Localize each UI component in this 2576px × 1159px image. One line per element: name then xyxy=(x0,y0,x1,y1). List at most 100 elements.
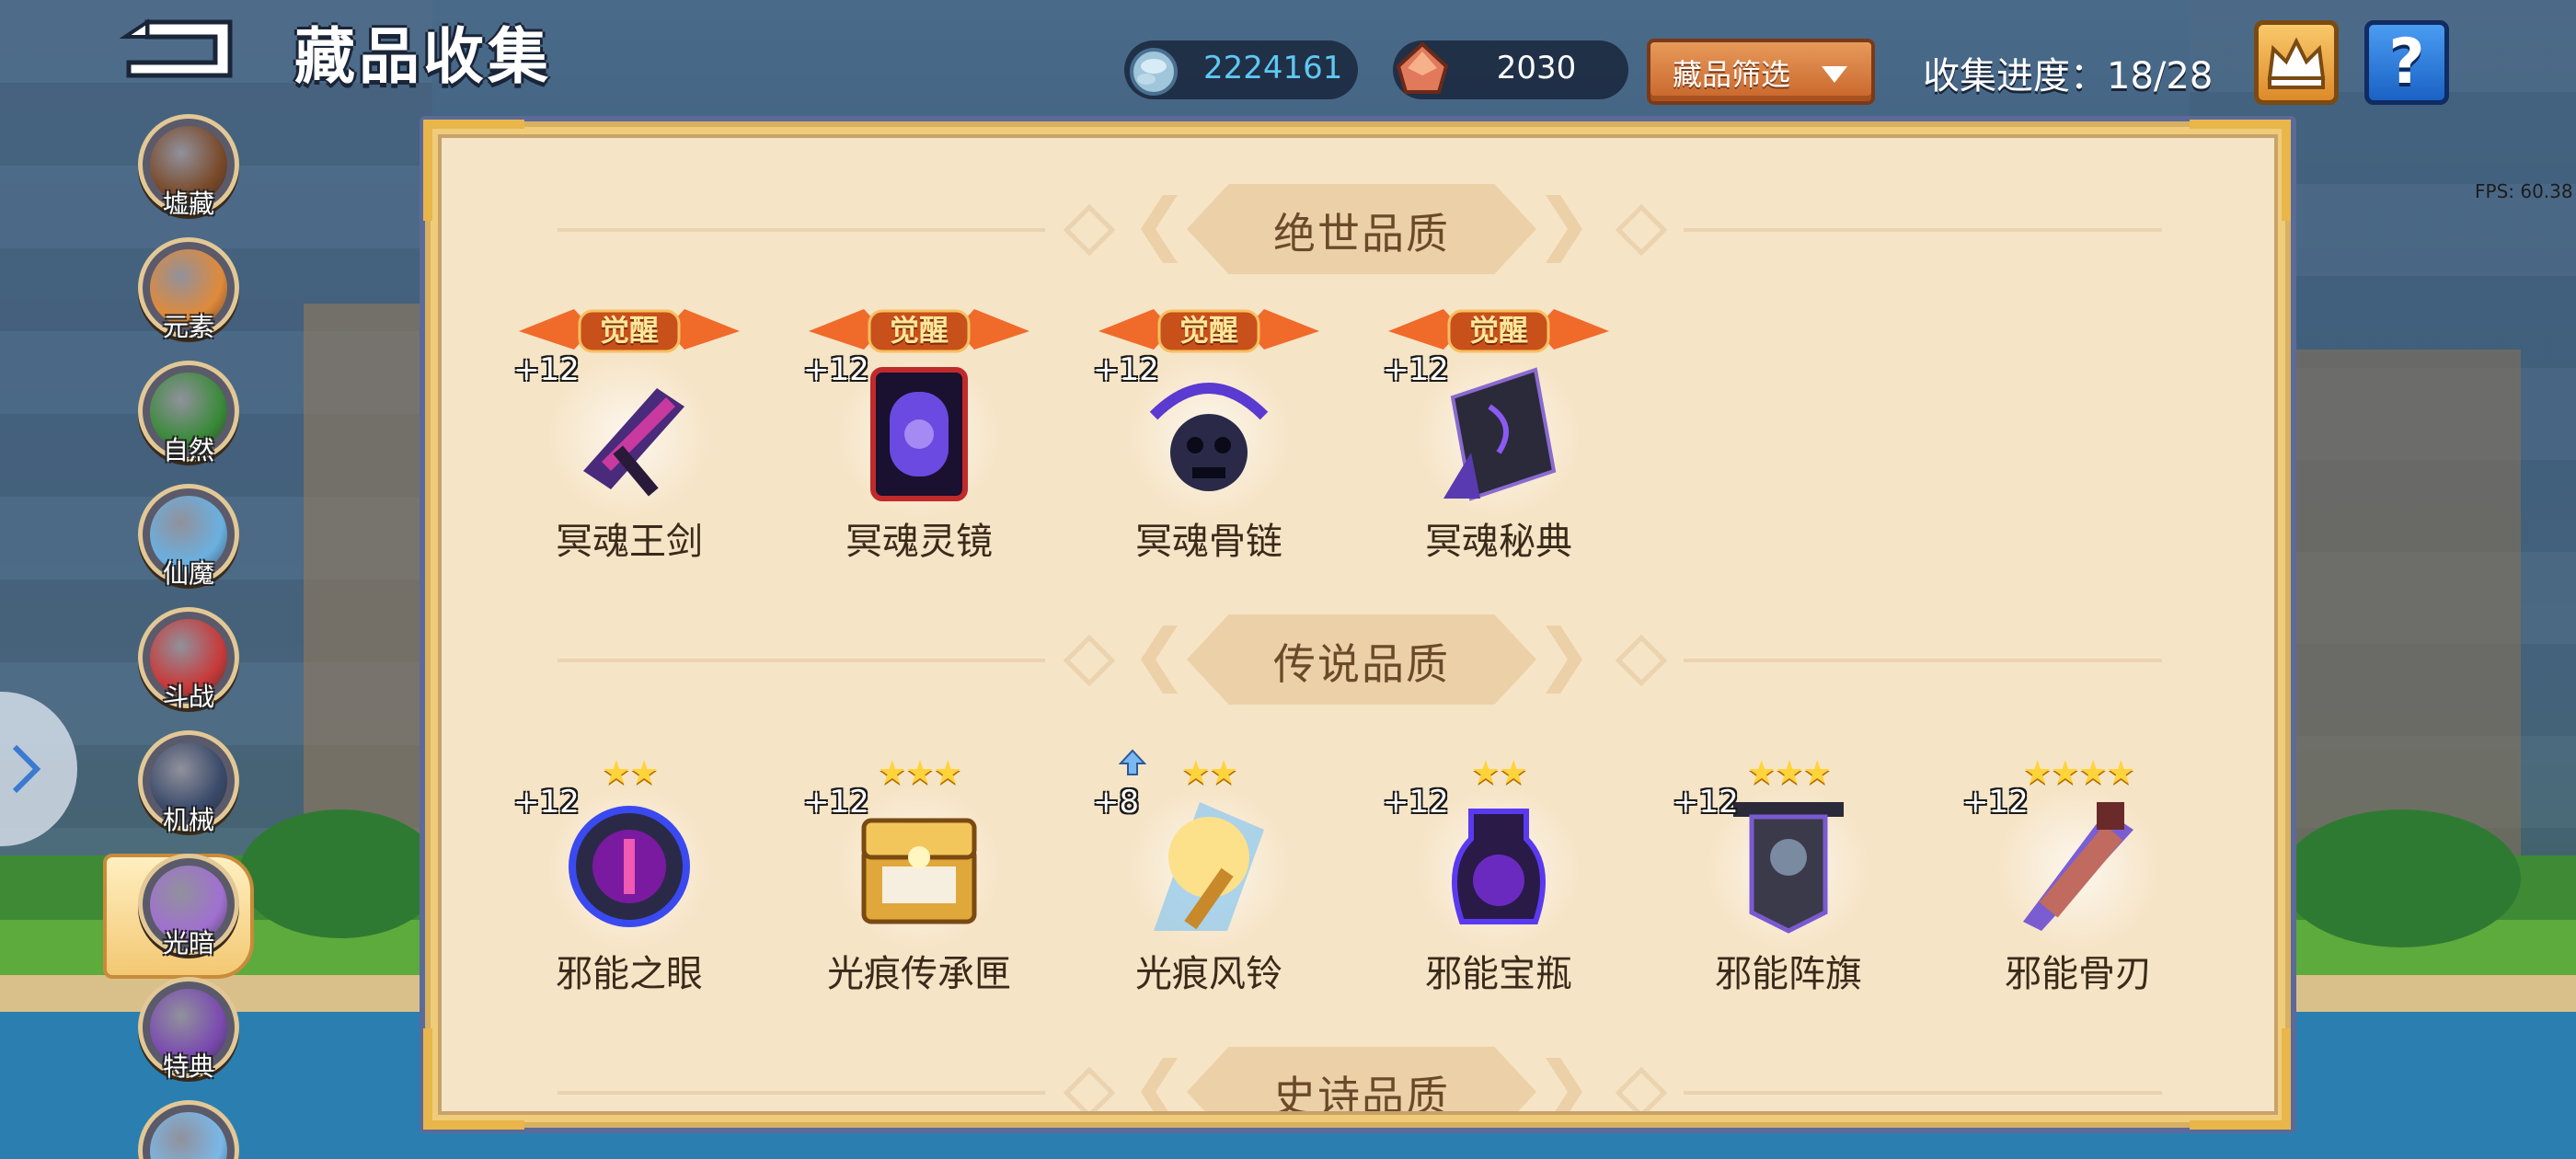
back-arrow-icon xyxy=(119,18,233,78)
item-level: +12 xyxy=(1673,784,1739,820)
item-name: 光痕传承匣 xyxy=(827,953,1011,995)
collection-item-card[interactable]: 觉醒 +12 冥魂灵镜 xyxy=(803,296,1029,563)
light-chest-icon xyxy=(861,818,977,924)
collection-item-card[interactable]: 觉醒 +12 冥魂秘典 xyxy=(1383,296,1609,563)
section-title: 史诗品质 xyxy=(1273,1072,1450,1115)
item-level: +12 xyxy=(513,351,580,388)
sidebar-item-光暗[interactable]: 光暗 xyxy=(138,854,239,964)
item-level: +12 xyxy=(1093,351,1159,388)
sidebar-item-特典[interactable]: 特典 xyxy=(138,977,239,1087)
item-level: +12 xyxy=(1962,784,2029,820)
wind-chime-icon xyxy=(1154,802,1264,931)
item-name: 邪能之眼 xyxy=(556,953,703,995)
ore-currency: 2030 xyxy=(1393,40,1628,99)
category-sidebar: 墟藏元素自然仙魔斗战机械光暗特典 xyxy=(0,110,258,1159)
item-name: 邪能宝瓶 xyxy=(1425,953,1572,995)
sidebar-item-机械[interactable]: 机械 xyxy=(138,730,239,841)
item-art xyxy=(1434,361,1563,508)
section-title: 传说品质 xyxy=(1273,639,1450,689)
crown-icon xyxy=(2267,37,2326,89)
fps-counter: FPS: 60.38 xyxy=(2475,180,2573,202)
item-art xyxy=(1144,793,1273,940)
item-level: +12 xyxy=(803,784,869,820)
sidebar-item-label: 自然 xyxy=(162,435,214,465)
evil-vase-icon xyxy=(1452,809,1546,924)
collection-item-card[interactable]: ★★ +8 光痕风铃 xyxy=(1093,729,1319,995)
bone-blade-icon xyxy=(2023,802,2133,931)
collection-reward-button[interactable] xyxy=(2254,20,2339,105)
sidebar-item-label: 墟藏 xyxy=(162,189,214,219)
sidebar-item-元素[interactable]: 元素 xyxy=(138,237,239,348)
awaken-label: 觉醒 xyxy=(1179,313,1238,348)
gem-currency: 2224161 xyxy=(1124,40,1358,99)
item-level: +12 xyxy=(513,784,580,820)
section-header: 绝世品质 xyxy=(442,184,2274,276)
evil-banner-icon xyxy=(1733,802,1844,934)
item-name: 冥魂骨链 xyxy=(1135,521,1282,563)
collection-list[interactable]: 绝世品质觉醒 +12 冥魂王剑 觉醒 +12 冥魂灵镜 觉醒 +12 冥魂骨链 觉醒 +12 冥魂秘典… xyxy=(438,134,2278,1115)
category-icon xyxy=(138,1100,239,1159)
gem-amount: 2224161 xyxy=(1203,50,1343,86)
page-title: 藏品收集 xyxy=(294,21,552,92)
sidebar-item-label: 机械 xyxy=(162,805,214,835)
expand-sidebar-button[interactable] xyxy=(0,692,77,846)
collection-item-card[interactable]: ★★★ +12 邪能阵旗 xyxy=(1673,729,1899,995)
item-level: +12 xyxy=(1383,351,1449,388)
collection-filter-dropdown[interactable]: 藏品筛选 xyxy=(1647,39,1875,105)
back-button[interactable] xyxy=(119,15,239,83)
collection-item-card[interactable]: ★★★ +12 光痕传承匣 xyxy=(803,729,1029,995)
collection-item-card[interactable]: 觉醒 +12 冥魂王剑 xyxy=(513,296,740,563)
item-art xyxy=(1144,361,1273,508)
item-art xyxy=(1724,793,1853,940)
sidebar-item-more[interactable] xyxy=(138,1100,239,1159)
item-art xyxy=(855,793,983,940)
sidebar-item-label: 斗战 xyxy=(162,682,214,712)
item-name: 邪能骨刃 xyxy=(2005,953,2152,995)
sidebar-item-label: 光暗 xyxy=(162,928,214,958)
gem-icon xyxy=(1130,48,1178,96)
item-art xyxy=(1434,793,1563,940)
awaken-label: 觉醒 xyxy=(1468,313,1528,348)
soul-sword-icon xyxy=(583,388,684,497)
sidebar-item-墟藏[interactable]: 墟藏 xyxy=(138,114,239,224)
collection-item-card[interactable]: ★★ +12 邪能宝瓶 xyxy=(1383,729,1609,995)
help-button[interactable]: ? xyxy=(2364,20,2449,105)
collection-item-card[interactable]: ★★★★ +12 邪能骨刃 xyxy=(1962,729,2189,995)
sidebar-item-label: 元素 xyxy=(162,312,214,342)
awaken-label: 觉醒 xyxy=(889,313,949,348)
help-icon: ? xyxy=(2388,26,2425,98)
collection-progress: 收集进度：18/28 xyxy=(1923,55,2214,98)
awaken-label: 觉醒 xyxy=(599,313,659,348)
item-name: 冥魂王剑 xyxy=(556,521,703,563)
sidebar-item-label: 特典 xyxy=(162,1051,214,1082)
soul-mirror-icon xyxy=(870,367,968,501)
collection-item-card[interactable]: ★★ +12 邪能之眼 xyxy=(513,729,740,995)
secret-tome-icon xyxy=(1443,367,1557,501)
sidebar-item-label: 仙魔 xyxy=(162,558,214,589)
upgrade-arrow-icon xyxy=(1119,749,1146,775)
ore-icon xyxy=(1396,41,1449,94)
item-level: +12 xyxy=(803,351,869,388)
item-name: 邪能阵旗 xyxy=(1715,953,1862,995)
evil-eye-icon xyxy=(569,806,690,927)
filter-label: 藏品筛选 xyxy=(1673,57,1791,92)
item-name: 冥魂秘典 xyxy=(1425,521,1572,563)
collection-item-card[interactable]: 觉醒 +12 冥魂骨链 xyxy=(1093,296,1319,563)
sidebar-item-斗战[interactable]: 斗战 xyxy=(138,607,239,717)
item-art xyxy=(565,793,694,940)
item-name: 光痕风铃 xyxy=(1135,953,1282,995)
item-art xyxy=(565,361,694,508)
sidebar-item-仙魔[interactable]: 仙魔 xyxy=(138,484,239,594)
item-name: 冥魂灵镜 xyxy=(845,521,993,563)
ore-amount: 2030 xyxy=(1496,50,1577,86)
bone-chain-icon xyxy=(1149,383,1269,491)
section-title: 绝世品质 xyxy=(1273,209,1450,258)
item-level: +12 xyxy=(1383,784,1449,820)
section-header: 传说品质 xyxy=(442,614,2274,706)
item-art xyxy=(2014,793,2143,940)
item-art xyxy=(855,361,983,508)
section-header: 史诗品质 xyxy=(442,1047,2274,1115)
chevron-down-icon xyxy=(1822,66,1847,83)
item-level: +8 xyxy=(1093,784,1140,820)
sidebar-item-自然[interactable]: 自然 xyxy=(138,361,239,471)
